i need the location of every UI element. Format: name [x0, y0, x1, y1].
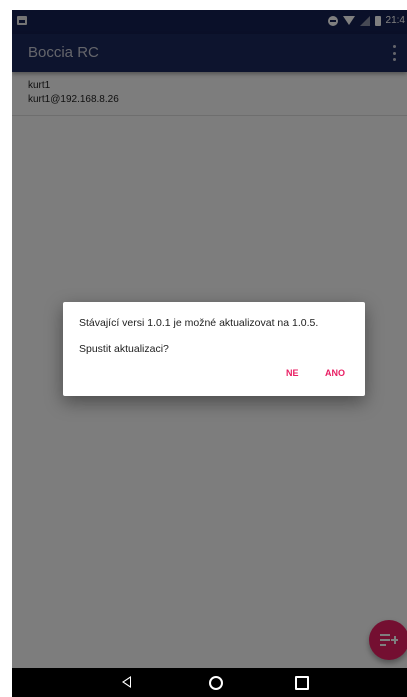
- back-icon[interactable]: [122, 676, 131, 688]
- update-dialog: Stávající versi 1.0.1 je možné aktualizo…: [63, 302, 365, 396]
- recents-icon[interactable]: [295, 676, 309, 690]
- dialog-message: Stávající versi 1.0.1 je možné aktualizo…: [79, 317, 319, 329]
- cancel-button[interactable]: NE: [286, 368, 299, 378]
- home-icon[interactable]: [209, 676, 223, 690]
- device-screen: 21:4 Boccia RC kurt1 kurt1@192.168.8.26 …: [12, 10, 407, 697]
- dialog-question: Spustit aktualizaci?: [79, 343, 169, 355]
- confirm-button[interactable]: ANO: [325, 368, 345, 378]
- navigation-bar: [12, 668, 407, 697]
